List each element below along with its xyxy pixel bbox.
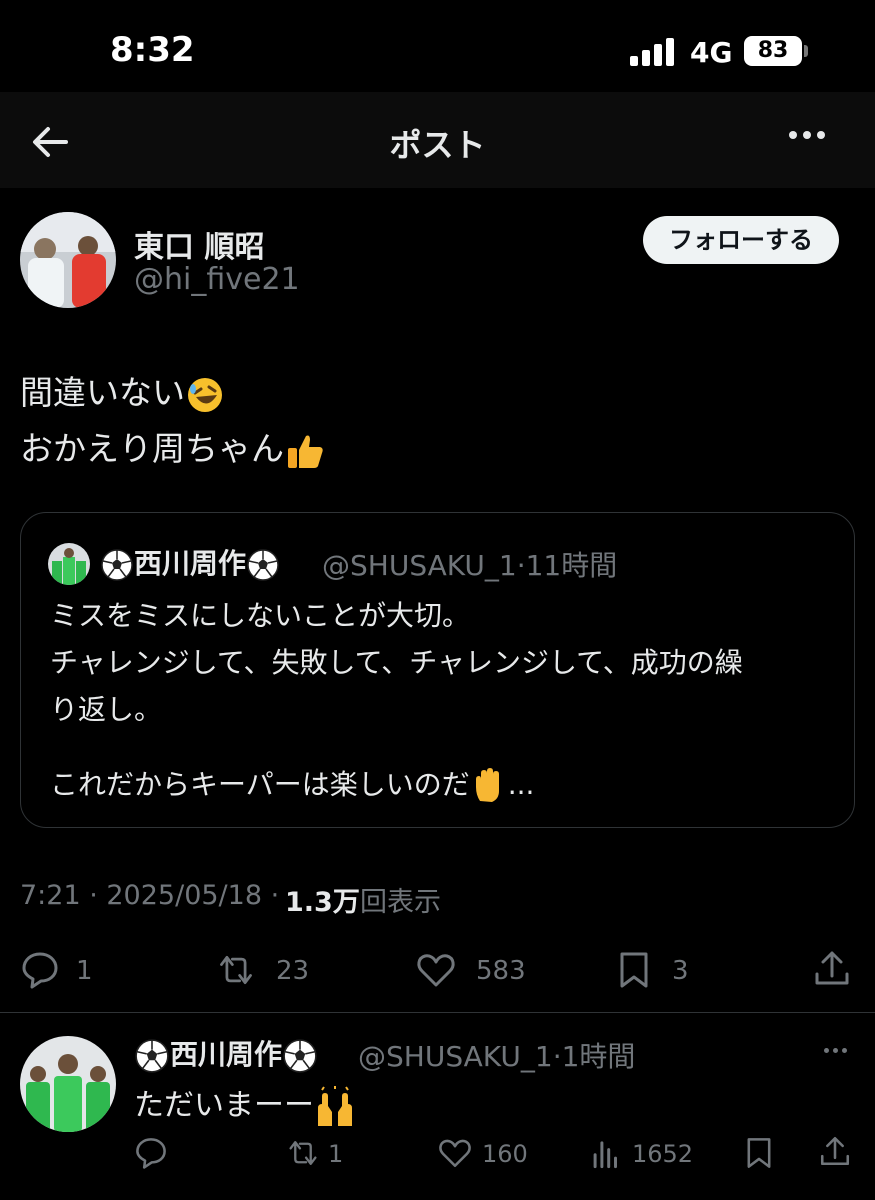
author-display-name[interactable]: 東口 順昭 <box>134 222 264 266</box>
reply-like-count: 160 <box>482 1140 528 1168</box>
bookmark-count: 3 <box>672 956 689 986</box>
share-icon[interactable] <box>812 948 852 988</box>
status-time: 8:32 <box>110 30 195 70</box>
thumbs-up-emoji-icon <box>288 435 323 468</box>
reply-like-heart-icon[interactable] <box>438 1136 472 1170</box>
network-type: 4G <box>690 36 733 69</box>
quote-text-line: これだからキーパーは楽しいのだ ... <box>50 763 534 805</box>
post-text-line: 間違いない <box>20 366 225 415</box>
reply-icon[interactable] <box>20 950 60 990</box>
battery-level: 83 <box>744 36 802 66</box>
reply-repost-icon[interactable] <box>286 1136 320 1170</box>
bookmark-icon[interactable] <box>614 950 654 990</box>
views-count: 1.3万 <box>285 887 360 918</box>
battery-tip <box>804 45 808 57</box>
reply-display-name[interactable]: 西川周作 <box>134 1033 318 1074</box>
post-text-1: 間違いない <box>20 373 185 412</box>
quote-text-4: これだからキーパーは楽しいのだ <box>50 768 470 801</box>
reply-handle-time: @SHUSAKU_1·1時間 <box>358 1040 636 1073</box>
rolling-laughing-emoji-icon <box>188 377 222 412</box>
quote-avatar <box>48 543 90 585</box>
reply-repost-count: 1 <box>328 1140 344 1168</box>
reply-bookmark-icon[interactable] <box>742 1136 776 1170</box>
raising-hands-emoji-icon <box>318 1085 352 1126</box>
raised-hand-emoji-icon <box>475 768 499 802</box>
quote-handle-time: @SHUSAKU_1·11時間 <box>322 549 618 582</box>
follow-button[interactable]: フォローする <box>643 216 839 264</box>
post-text-2: おかえり周ちゃん <box>20 429 284 468</box>
quote-text-line: り返し。 <box>50 693 163 726</box>
soccer-ball-icon <box>135 1039 169 1073</box>
more-options-icon[interactable] <box>786 124 834 160</box>
quote-text-line: ミスをミスにしないことが大切。 <box>50 599 471 632</box>
views-chart-icon[interactable] <box>590 1136 624 1170</box>
post-timestamp: 7:21 · 2025/05/18 · <box>20 880 280 911</box>
reply-reply-icon[interactable] <box>134 1136 168 1170</box>
reply-text: ただいまーー <box>134 1080 356 1128</box>
page-title: ポスト <box>389 126 486 164</box>
soccer-ball-icon <box>101 549 133 581</box>
like-count: 583 <box>476 956 526 986</box>
soccer-ball-icon <box>247 549 279 581</box>
post-text-line: おかえり周ちゃん <box>20 422 326 472</box>
reply-share-icon[interactable] <box>818 1134 852 1168</box>
divider <box>0 1012 875 1013</box>
reply-avatar[interactable] <box>20 1036 116 1132</box>
quote-name-text: 西川周作 <box>134 547 247 580</box>
reply-more-icon[interactable] <box>822 1038 856 1062</box>
quote-text-line: チャレンジして、失敗して、チャレンジして、成功の繰 <box>50 646 743 679</box>
reply-count: 1 <box>76 956 93 986</box>
repost-count: 23 <box>276 956 310 986</box>
views-label: 回表示 <box>360 887 441 918</box>
author-avatar[interactable] <box>20 212 116 308</box>
quote-display-name: 西川周作 <box>100 542 280 582</box>
soccer-ball-icon <box>283 1039 317 1073</box>
like-heart-icon[interactable] <box>416 950 456 990</box>
reply-views-count: 1652 <box>632 1140 694 1168</box>
signal-icon <box>630 38 674 66</box>
reply-text-body: ただいまーー <box>134 1088 314 1123</box>
quote-ellipsis: ... <box>507 768 535 801</box>
reply-name-text: 西川周作 <box>170 1038 283 1071</box>
repost-icon[interactable] <box>216 950 256 990</box>
author-handle[interactable]: @hi_five21 <box>134 262 300 297</box>
